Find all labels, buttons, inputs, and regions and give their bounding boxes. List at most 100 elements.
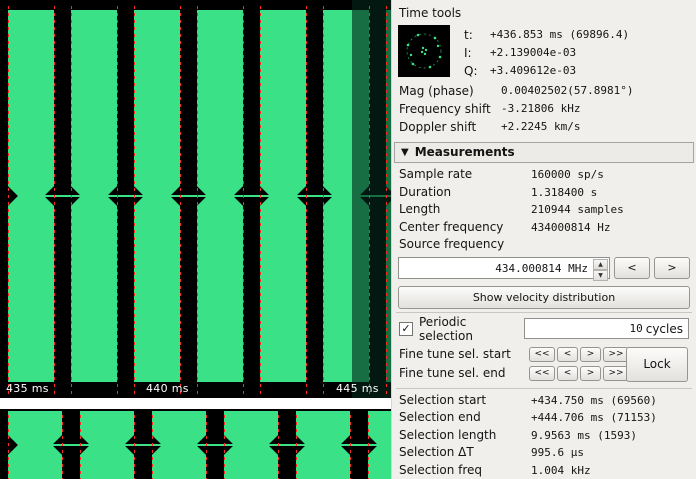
cycle-marker <box>71 6 72 398</box>
row-value: +2.139004e-03 <box>490 44 688 62</box>
show-velocity-distribution-button[interactable]: Show velocity distribution <box>398 286 690 309</box>
cycles-suffix: cycles <box>646 322 683 336</box>
cycle-marker <box>134 415 135 479</box>
row-label: Source frequency <box>399 236 531 254</box>
row-label: Selection length <box>399 427 531 445</box>
measurements-section-title: Measurements <box>415 145 515 160</box>
end-big-decrement-button[interactable]: << <box>529 366 555 381</box>
periodic-selection-checkbox[interactable]: ✓ <box>399 322 413 336</box>
row-label: Doppler shift <box>399 118 501 136</box>
fine-tune-end-label: Fine tune sel. end <box>399 366 529 380</box>
cursor-time-row: t:+436.853 ms (69896.4) <box>462 26 690 44</box>
row-label: Sample rate <box>399 166 531 184</box>
periodic-selection-label: Periodic selection <box>419 315 524 343</box>
cycle-marker <box>306 6 307 398</box>
spin-down-button[interactable]: ▼ <box>593 270 608 281</box>
row-value: 160000 sp/s <box>531 166 689 184</box>
row-label: Center frequency <box>399 219 531 237</box>
frequency-spinbox[interactable]: 434.000814 MHz ▲ ▼ <box>398 257 610 279</box>
time-tools-panel: Time tools t:+436.853 ms (69896.4) I:+2.… <box>391 0 696 479</box>
cycle-marker <box>369 6 370 398</box>
row-value <box>531 236 689 254</box>
secondary-waveform-view[interactable] <box>0 409 391 479</box>
cycles-value: 10 <box>629 322 642 335</box>
cycle-marker <box>117 6 118 398</box>
fine-tune-block: Fine tune sel. start << < > >> Fine tune… <box>394 345 694 385</box>
cycle-marker <box>197 6 198 398</box>
time-axis-label: 440 ms <box>146 382 189 395</box>
carrier-line <box>340 444 378 446</box>
cycle-marker <box>278 415 279 479</box>
selection-freq-row: Selection freq1.004 kHz <box>394 462 694 479</box>
cycle-marker <box>350 415 351 479</box>
doppler-shift-row: Doppler shift+2.2245 km/s <box>394 118 694 136</box>
selection-length-row: Selection length9.9563 ms (1593) <box>394 427 694 445</box>
selection-delta-t-row: Selection ΔT995.6 µs <box>394 444 694 462</box>
lock-button[interactable]: Lock <box>626 347 688 382</box>
row-label: Selection freq <box>399 462 531 479</box>
row-label: Mag (phase) <box>399 82 501 100</box>
cursor-i-row: I:+2.139004e-03 <box>462 44 690 62</box>
cycle-marker <box>368 415 369 479</box>
row-label: Duration <box>399 184 531 202</box>
end-increment-button[interactable]: > <box>580 366 601 381</box>
cursor-q-row: Q:+3.409612e-03 <box>462 62 690 80</box>
row-value: 1.004 kHz <box>531 462 689 479</box>
length-row: Length210944 samples <box>394 201 694 219</box>
spin-arrows: ▲ ▼ <box>593 259 608 277</box>
carrier-line <box>268 444 306 446</box>
frequency-control-row: 434.000814 MHz ▲ ▼ < > <box>394 254 694 280</box>
frequency-decrement-button[interactable]: < <box>614 257 650 279</box>
panel-title: Time tools <box>394 4 694 23</box>
row-value: -3.21806 kHz <box>501 100 689 118</box>
row-value: +444.706 ms (71153) <box>531 409 689 427</box>
carrier-line <box>296 195 333 197</box>
frequency-spinbox-value: 434.000814 MHz <box>495 262 588 275</box>
row-value: 1.318400 s <box>531 184 689 202</box>
cycle-marker <box>243 6 244 398</box>
row-label: Frequency shift <box>399 100 501 118</box>
cursor-readout-block: t:+436.853 ms (69896.4) I:+2.139004e-03 … <box>394 23 694 82</box>
row-label: Selection end <box>399 409 531 427</box>
cycle-marker <box>134 6 135 398</box>
time-waveform-view[interactable]: 435 ms 440 ms 445 ms <box>0 0 391 398</box>
frequency-increment-button[interactable]: > <box>654 257 690 279</box>
periodic-selection-row: ✓ Periodic selection 10 cycles <box>394 316 694 342</box>
waveform-panel: 435 ms 440 ms 445 ms <box>0 0 391 479</box>
end-decrement-button[interactable]: < <box>557 366 578 381</box>
selection-start-row: Selection start+434.750 ms (69560) <box>394 392 694 410</box>
cycle-marker <box>296 415 297 479</box>
row-value: 434000814 Hz <box>531 219 689 237</box>
cycle-marker <box>260 6 261 398</box>
row-value: 0.00402502(57.8981°) <box>501 82 689 100</box>
carrier-line <box>233 195 270 197</box>
cycles-input[interactable]: 10 cycles <box>524 318 689 339</box>
carrier-line <box>170 195 207 197</box>
source-frequency-row: Source frequency <box>394 236 694 254</box>
spin-up-button[interactable]: ▲ <box>593 259 608 270</box>
row-label: Q: <box>464 62 490 80</box>
row-value: 9.9563 ms (1593) <box>531 427 689 445</box>
row-value: +2.2245 km/s <box>501 118 689 136</box>
cycle-marker <box>323 6 324 398</box>
carrier-line <box>44 195 81 197</box>
time-axis-label: 435 ms <box>6 382 49 395</box>
tiq-readout: t:+436.853 ms (69896.4) I:+2.139004e-03 … <box>462 25 690 80</box>
start-decrement-button[interactable]: < <box>557 347 578 362</box>
cycle-marker <box>386 6 387 398</box>
row-value: 210944 samples <box>531 201 689 219</box>
carrier-line <box>124 444 162 446</box>
separator <box>396 388 692 389</box>
sample-rate-row: Sample rate160000 sp/s <box>394 166 694 184</box>
time-axis-label: 445 ms <box>336 382 379 395</box>
row-label: I: <box>464 44 490 62</box>
cycle-marker <box>54 6 55 398</box>
start-big-decrement-button[interactable]: << <box>529 347 555 362</box>
collapse-arrow-icon: ▼ <box>401 145 409 160</box>
row-value: 995.6 µs <box>531 444 689 462</box>
measurements-section-header[interactable]: ▼ Measurements <box>394 142 694 163</box>
start-increment-button[interactable]: > <box>580 347 601 362</box>
fine-tune-start-label: Fine tune sel. start <box>399 347 529 361</box>
cycle-marker <box>80 415 81 479</box>
carrier-line <box>52 444 90 446</box>
